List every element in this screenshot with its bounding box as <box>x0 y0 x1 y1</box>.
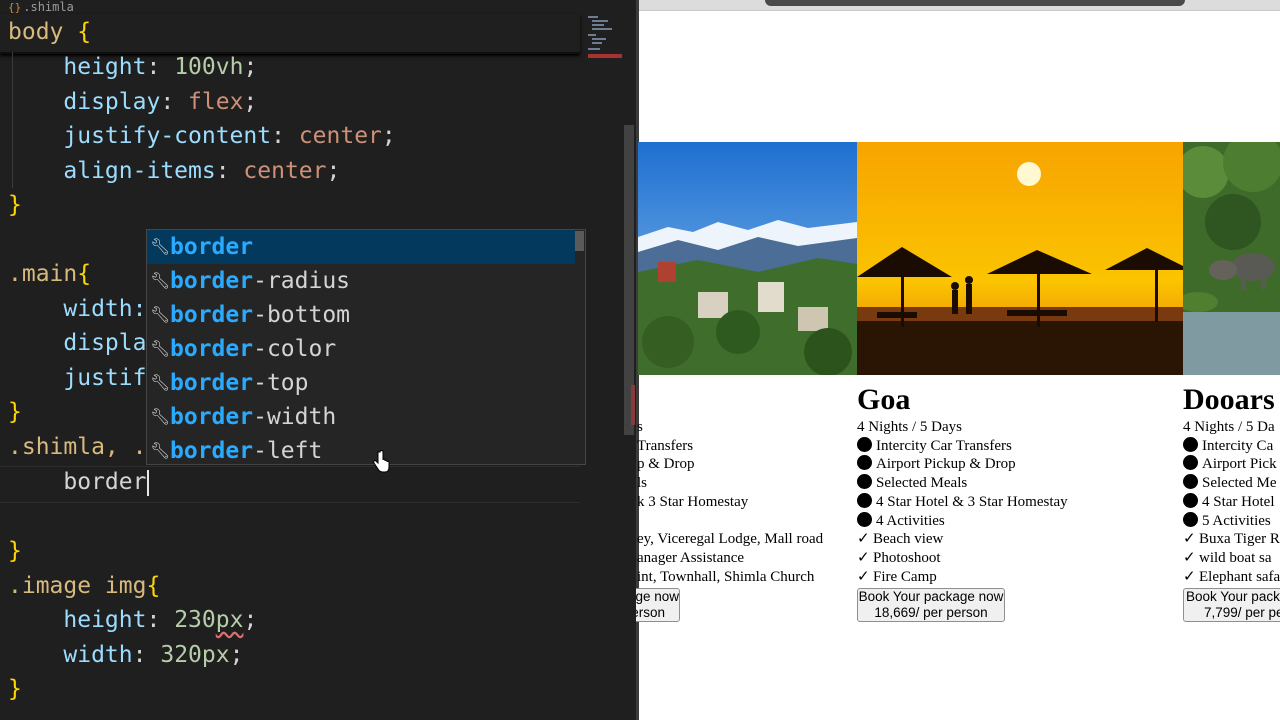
css-file-icon: {} <box>8 1 22 14</box>
dooars-title: Dooars <box>1183 383 1275 416</box>
bullet-dot-icon <box>857 492 872 508</box>
wrench-icon: 🔧︎ <box>150 407 171 426</box>
suggest-item-border-radius[interactable]: 🔧︎border-radius <box>147 264 575 298</box>
suggest-item-border-top[interactable]: 🔧︎border-top <box>147 366 575 400</box>
code-line-border-typing[interactable]: border <box>8 465 150 500</box>
wrench-icon: 🔧︎ <box>150 373 171 392</box>
code-line-justify-content: justify-content: center; <box>63 123 396 149</box>
suggest-scrollbar[interactable] <box>575 231 584 251</box>
shimla-details: s Transfers p & Drop ls k 3 Star Homesta… <box>637 419 824 585</box>
shimla-photo <box>638 142 857 375</box>
code-line-body: body { <box>8 19 92 45</box>
check-icon: ✓ <box>1183 531 1196 548</box>
goa-title: Goa <box>857 383 911 416</box>
suggest-item-border-left[interactable]: 🔧︎border-left <box>147 434 575 468</box>
code-line-height: height: 100vh; <box>63 54 258 80</box>
code-line-justif: justif <box>63 365 147 391</box>
code-line-main: .main{ <box>8 261 92 287</box>
wrench-icon: 🔧︎ <box>150 441 171 460</box>
bullet-dot-icon <box>1183 455 1198 471</box>
bullet-dot-icon <box>857 511 872 527</box>
goa-book-button[interactable]: Book Your package now 18,669/ per person <box>857 588 1005 622</box>
code-line-close-main: } <box>8 399 22 425</box>
wrench-icon: 🔧︎ <box>150 237 171 256</box>
goa-details: 4 Nights / 5 Days Intercity Car Transfer… <box>857 419 1068 585</box>
shimla-book-button[interactable]: ge now erson <box>636 588 680 622</box>
bullet-dot-icon <box>1183 492 1198 508</box>
breadcrumb[interactable]: {} .shimla <box>0 0 580 14</box>
breadcrumb-label: .shimla <box>23 0 74 14</box>
bullet-dot-icon <box>1183 474 1198 490</box>
code-line-close-body: } <box>8 192 22 218</box>
check-icon: ✓ <box>857 568 870 585</box>
check-icon: ✓ <box>1183 549 1196 566</box>
code-line-image: .image img{ <box>8 573 161 599</box>
code-line-display: display: flex; <box>63 89 258 115</box>
code-line-width: width: <box>63 296 147 322</box>
code-line-img-width: width: 320px; <box>63 642 244 668</box>
scrollbar-error-marker <box>631 385 635 425</box>
suggest-item-border-color[interactable]: 🔧︎border-color <box>147 332 575 366</box>
bullet-dot-icon <box>1183 511 1198 527</box>
suggest-item-border-bottom[interactable]: 🔧︎border-bottom <box>147 298 575 332</box>
minimap[interactable] <box>586 14 624 64</box>
browser-topbar <box>639 0 1280 11</box>
wrench-icon: 🔧︎ <box>150 271 171 290</box>
text-cursor <box>147 469 150 496</box>
goa-photo <box>857 142 1183 375</box>
dooars-book-button[interactable]: Book Your pack 7,799/ per pe <box>1183 588 1280 622</box>
check-icon: ✓ <box>857 549 870 566</box>
code-line-align-items: align-items: center; <box>63 158 341 184</box>
wrench-icon: 🔧︎ <box>150 339 171 358</box>
bullet-dot-icon <box>857 436 872 452</box>
code-line-close-image: } <box>8 676 22 702</box>
code-line-img-height: height: 230px; <box>63 607 258 633</box>
code-line-displa: displa <box>63 330 147 356</box>
suggest-widget[interactable]: 🔧︎border 🔧︎border-radius 🔧︎border-bottom… <box>146 229 586 465</box>
code-line-shimla: .shimla, . <box>8 434 147 460</box>
dooars-details: 4 Nights / 5 Da Intercity Ca Airport Pic… <box>1183 419 1280 585</box>
bullet-dot-icon <box>857 474 872 490</box>
check-icon: ✓ <box>857 531 870 548</box>
bullet-dot-icon <box>857 455 872 471</box>
hand-pointer-icon <box>373 450 390 473</box>
code-editor[interactable]: {} .shimla body { height: 100vh; display:… <box>0 0 636 720</box>
wrench-icon: 🔧︎ <box>150 305 171 324</box>
browser-preview[interactable]: s Transfers p & Drop ls k 3 Star Homesta… <box>636 0 1280 720</box>
bullet-dot-icon <box>1183 436 1198 452</box>
check-icon: ✓ <box>1183 568 1196 585</box>
code-line-close-shimla: } <box>8 538 22 564</box>
sticky-scroll-header[interactable]: body { <box>0 14 580 54</box>
suggest-item-border-width[interactable]: 🔧︎border-width <box>147 400 575 434</box>
suggest-item-border[interactable]: 🔧︎border <box>147 230 575 264</box>
dooars-photo <box>1183 142 1280 375</box>
